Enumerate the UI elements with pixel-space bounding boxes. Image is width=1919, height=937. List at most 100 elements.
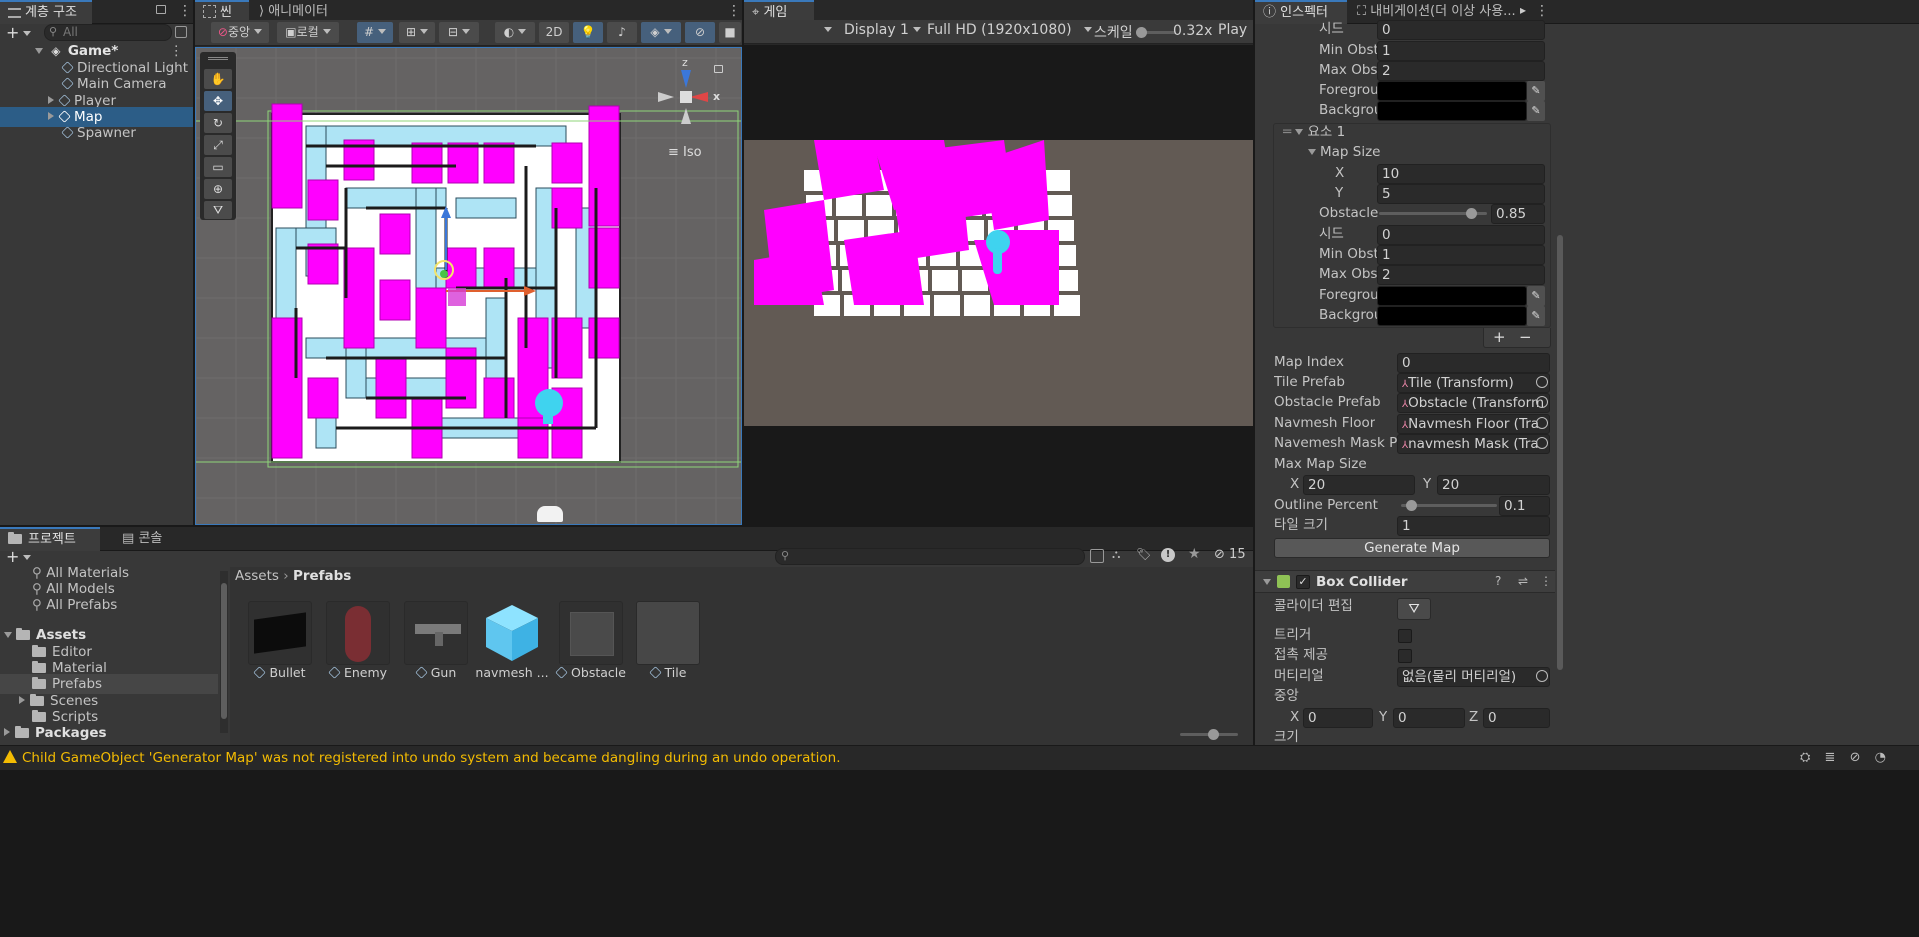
object-picker-icon[interactable]: [1536, 417, 1548, 429]
hand-tool-icon[interactable]: ✋: [204, 69, 232, 89]
scale-tool-icon[interactable]: ⤢: [204, 135, 232, 155]
gizmo-z-axis[interactable]: [681, 70, 691, 88]
network-icon[interactable]: ⊘: [1850, 750, 1861, 765]
status-message[interactable]: Child GameObject 'Generator Map' was not…: [22, 750, 841, 766]
lighting-toggle[interactable]: 💡: [573, 22, 603, 43]
asset-tile-gun[interactable]: [404, 601, 468, 665]
object-picker-icon[interactable]: [1536, 396, 1548, 408]
game-viewport[interactable]: [744, 45, 1253, 525]
warning-icon[interactable]: [3, 750, 17, 763]
align-button[interactable]: ⊟: [439, 22, 479, 43]
obstacle-slider-knob[interactable]: [1465, 208, 1477, 219]
map-size-x-field[interactable]: 10: [1377, 164, 1545, 184]
max-map-size-x-field[interactable]: 20: [1303, 475, 1415, 495]
object-picker-icon[interactable]: [1536, 376, 1548, 388]
edit-collider-button[interactable]: ⛛: [1397, 598, 1431, 620]
scale-slider-knob[interactable]: [1136, 27, 1147, 38]
eyedropper-icon[interactable]: ✎: [1527, 101, 1545, 121]
search-input[interactable]: ⚲ All: [44, 24, 172, 41]
map-size-foldout[interactable]: Map Size: [1308, 142, 1381, 162]
create-button[interactable]: +: [6, 23, 32, 42]
inspector-scrollbar[interactable]: [1557, 235, 1563, 670]
center-z-field[interactable]: 0: [1483, 708, 1550, 728]
eyedropper-icon[interactable]: ✎: [1527, 286, 1545, 306]
tile-size-field[interactable]: 1: [1397, 516, 1550, 536]
preset-icon[interactable]: ⇌: [1518, 574, 1528, 588]
2d-toggle[interactable]: 2D: [539, 22, 569, 43]
more-icon[interactable]: ⋮: [1540, 574, 1552, 588]
background-color-field[interactable]: [1377, 306, 1527, 326]
navmesh-floor-field[interactable]: ⅄Navmesh Floor (Tra: [1397, 414, 1550, 434]
max-map-size-y-field[interactable]: 20: [1437, 475, 1550, 495]
more-icon[interactable]: ⋮: [1535, 3, 1549, 19]
projection-toggle[interactable]: ≡ Iso: [668, 145, 702, 160]
gizmo-x-axis[interactable]: [690, 92, 708, 102]
tile-prefab-field[interactable]: ⅄Tile (Transform): [1397, 373, 1550, 393]
search-type-icon[interactable]: [1090, 549, 1104, 563]
element-1-header[interactable]: ═ 요소 1: [1283, 122, 1345, 142]
max-obstacle-field[interactable]: 2: [1377, 265, 1545, 285]
tab-console[interactable]: ▤ 콘솔: [114, 527, 170, 551]
tree-scrollbar-thumb[interactable]: [221, 583, 227, 719]
asset-size-slider[interactable]: [1180, 729, 1238, 740]
more-icon[interactable]: ⋮: [178, 3, 192, 19]
add-element-button[interactable]: +: [1493, 328, 1506, 346]
asset-tile-tile[interactable]: [636, 601, 700, 665]
pivot-dropdown[interactable]: ⊘중앙: [211, 22, 269, 43]
rect-tool-icon[interactable]: ▭: [204, 157, 232, 177]
center-y-field[interactable]: 0: [1393, 708, 1465, 728]
asset-tile-obstacle[interactable]: [559, 601, 623, 665]
draw-mode-button[interactable]: ◐: [495, 22, 535, 43]
seed-field[interactable]: 0: [1377, 225, 1545, 245]
scene-viewport[interactable]: ✋ ✥ ↻ ⤢ ▭ ⊕ ⛛ z x ≡ Iso: [195, 47, 742, 525]
tree-item[interactable]: Packages: [4, 723, 107, 743]
navmesh-mask-field[interactable]: ⅄navmesh Mask (Tra: [1397, 434, 1550, 454]
transform-tool-icon[interactable]: ⊕: [204, 179, 232, 199]
outline-slider-knob[interactable]: [1405, 500, 1417, 511]
project-search-input[interactable]: ⚲: [775, 548, 1085, 565]
gizmo-neg-z[interactable]: [681, 108, 691, 124]
filter-label-icon[interactable]: 🏷: [1136, 547, 1151, 561]
audio-toggle[interactable]: ♪: [607, 22, 637, 43]
search-filter-icon[interactable]: [175, 26, 187, 38]
hierarchy-item[interactable]: Spawner: [61, 123, 193, 143]
play-focus-dropdown[interactable]: Play F: [1218, 22, 1253, 38]
more-icon[interactable]: ⋮: [727, 3, 741, 19]
trigger-checkbox[interactable]: [1398, 629, 1412, 643]
lock-icon[interactable]: [156, 5, 166, 14]
map-index-field[interactable]: 0: [1397, 353, 1550, 373]
map-size-y-field[interactable]: 5: [1377, 184, 1545, 204]
game-type-dropdown[interactable]: [820, 23, 832, 37]
favorite-star-icon[interactable]: ★: [1188, 546, 1201, 562]
background-color-field[interactable]: [1377, 101, 1527, 121]
asset-tile-bullet[interactable]: [248, 601, 312, 665]
expand-icon[interactable]: [48, 112, 54, 120]
custom-tool-icon[interactable]: ⛛: [204, 201, 232, 219]
move-tool-icon[interactable]: ✥: [204, 91, 232, 111]
rotate-tool-icon[interactable]: ↻: [204, 113, 232, 133]
object-picker-icon[interactable]: [1536, 437, 1548, 449]
tab-hierarchy[interactable]: 계층 구조: [0, 0, 92, 24]
eyedropper-icon[interactable]: ✎: [1527, 306, 1545, 326]
cache-icon[interactable]: ≣: [1825, 750, 1836, 765]
breadcrumb-prefabs[interactable]: Prefabs: [293, 568, 351, 584]
tree-scrollbar[interactable]: [220, 571, 228, 733]
help-icon[interactable]: ?: [1495, 574, 1501, 588]
visibility-toggle[interactable]: ⊘: [685, 22, 715, 43]
create-asset-button[interactable]: +: [6, 547, 32, 566]
outline-percent-field[interactable]: 0.1: [1499, 496, 1550, 516]
material-field[interactable]: 없음(물리 머티리얼): [1397, 667, 1550, 687]
expand-icon[interactable]: [4, 728, 10, 736]
resolution-dropdown[interactable]: Full HD (1920x1080): [927, 22, 1093, 38]
breadcrumb-assets[interactable]: Assets: [235, 568, 279, 584]
increment-snap-button[interactable]: ⊞: [399, 22, 435, 43]
obstacle-value-field[interactable]: 0.85: [1491, 204, 1545, 224]
hidden-packages-toggle[interactable]: ⊘ 15: [1214, 547, 1246, 562]
asset-tile-enemy[interactable]: [326, 601, 390, 665]
generate-map-button[interactable]: Generate Map: [1274, 538, 1550, 558]
debug-icon[interactable]: ⛭: [1800, 750, 1810, 765]
tree-item[interactable]: ⚲ All Prefabs: [32, 595, 117, 615]
lock-icon[interactable]: [714, 65, 723, 73]
effects-toggle[interactable]: ◈: [641, 22, 681, 43]
foreground-color-field[interactable]: [1377, 286, 1527, 306]
